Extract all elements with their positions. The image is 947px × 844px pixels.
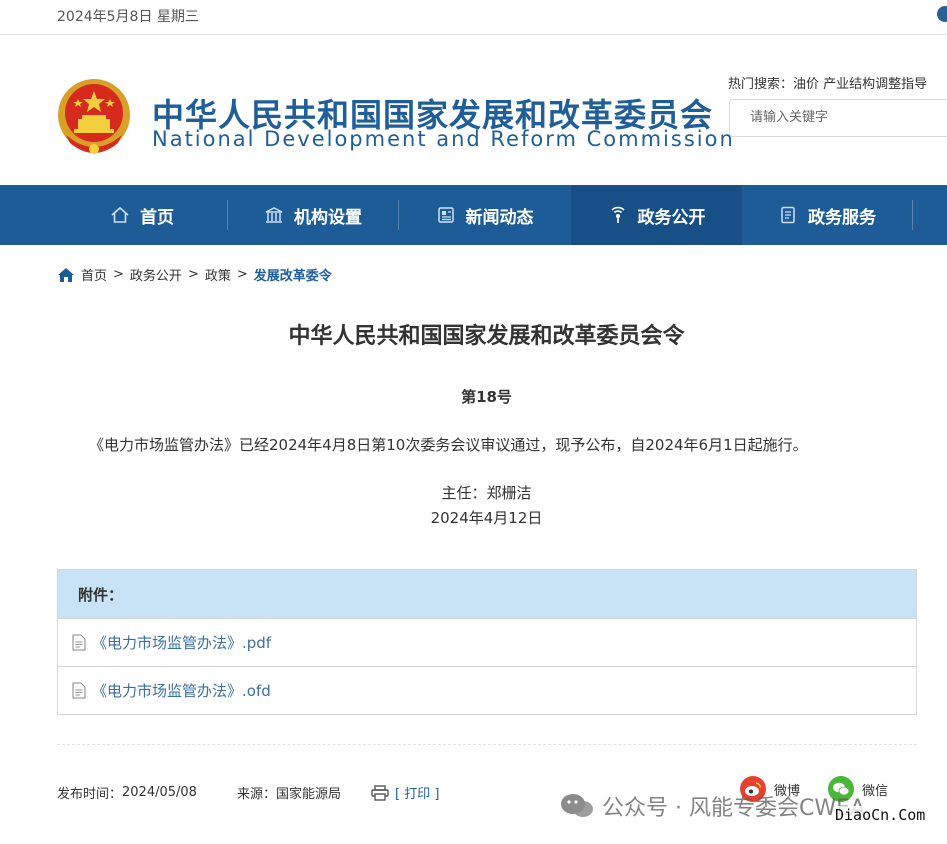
nav-item-news[interactable]: 新闻动态 [399, 185, 570, 245]
divider [57, 744, 917, 745]
attachment-link[interactable]: 《电力市场监管办法》.pdf [92, 632, 271, 653]
hot-search-label: 热门搜索： [728, 77, 794, 92]
document-signatory: 主任：郑栅洁 [441, 484, 532, 502]
nav-item-home[interactable]: 首页 [57, 185, 227, 245]
article-meta: 发布时间： 2024/05/08 来源： 国家能源局 [ 打印 ] [57, 783, 439, 802]
accessibility-icon[interactable] [937, 6, 947, 22]
watermark: 公众号 · 风能专委会CWEA [560, 790, 865, 822]
document-icon [781, 206, 795, 224]
print-button[interactable]: [ 打印 ] [371, 783, 439, 802]
newspaper-icon [437, 207, 454, 223]
attachment-item[interactable]: 《电力市场监管办法》.pdf [58, 619, 916, 666]
hot-search-terms[interactable]: 油价 产业结构调整指导 [793, 77, 927, 92]
document-body: 《电力市场监管办法》已经2024年4月8日第10次委务会议审议通过，现予公布，自… [89, 436, 808, 454]
breadcrumb: 首页 > 政务公开 > 政策 > 发展改革委令 [57, 265, 332, 284]
breadcrumb-separator: > [187, 267, 199, 282]
source-value: 国家能源局 [275, 787, 341, 802]
main-nav: 首页 机构设置 新闻动态 政务公开 政务服务 [0, 185, 947, 245]
national-emblem-icon [58, 79, 130, 154]
document-title: 中华人民共和国国家发展和改革委员会令 [288, 324, 685, 349]
building-icon [265, 207, 283, 223]
attachment-item[interactable]: 《电力市场监管办法》.ofd [58, 666, 916, 714]
print-label: [ 打印 ] [394, 787, 440, 802]
search-box[interactable] [729, 99, 947, 137]
breadcrumb-separator: > [236, 267, 248, 282]
broadcast-icon [610, 206, 625, 223]
watermark-text: 公众号 · 风能专委会CWEA [602, 796, 866, 821]
nav-item-government-affairs[interactable]: 政务公开 [571, 185, 742, 245]
attachments-panel: 附件： 《电力市场监管办法》.pdf 《电力市场监管办法》.ofd [57, 569, 917, 715]
document-number: 第18号 [461, 388, 512, 406]
source-label: 来源： [236, 787, 276, 802]
document-date: 2024年4月12日 [430, 509, 543, 527]
share-wechat-label: 微信 [862, 783, 889, 799]
site-title-en: National Development and Reform Commissi… [152, 127, 735, 151]
site-header: 中华人民共和国国家发展和改革委员会 National Development a… [0, 35, 947, 185]
publish-label: 发布时间： [57, 787, 123, 802]
breadcrumb-home[interactable]: 首页 [81, 265, 107, 284]
printer-icon [371, 784, 389, 801]
file-icon [72, 682, 86, 699]
nav-label: 政务公开 [637, 207, 706, 228]
nav-item-organization[interactable]: 机构设置 [228, 185, 398, 245]
breadcrumb-separator: > [113, 267, 124, 282]
nav-divider [912, 200, 913, 230]
wechat-official-icon [561, 794, 593, 817]
home-icon[interactable] [57, 266, 75, 284]
nav-label: 首页 [140, 207, 174, 228]
home-icon [111, 206, 129, 223]
nav-item-services[interactable]: 政务服务 [742, 185, 912, 245]
attachments-header: 附件： [58, 570, 916, 619]
search-input[interactable] [748, 109, 932, 126]
breadcrumb-policy[interactable]: 政策 [205, 265, 231, 284]
hot-search: 热门搜索：油价 产业结构调整指导 [728, 73, 927, 92]
breadcrumb-current[interactable]: 发展改革委令 [254, 265, 332, 284]
attachment-link[interactable]: 《电力市场监管办法》.ofd [92, 680, 271, 701]
breadcrumb-government-affairs[interactable]: 政务公开 [130, 265, 182, 284]
top-bar: 2024年5月8日 星期三 [0, 0, 947, 35]
file-icon [72, 634, 86, 651]
current-date: 2024年5月8日 星期三 [57, 9, 199, 25]
site-watermark: DiaoCn.Com [835, 806, 926, 824]
nav-label: 新闻动态 [465, 207, 534, 228]
nav-label: 政务服务 [808, 207, 876, 228]
nav-label: 机构设置 [294, 207, 362, 228]
publish-date: 2024/05/08 [122, 785, 197, 800]
